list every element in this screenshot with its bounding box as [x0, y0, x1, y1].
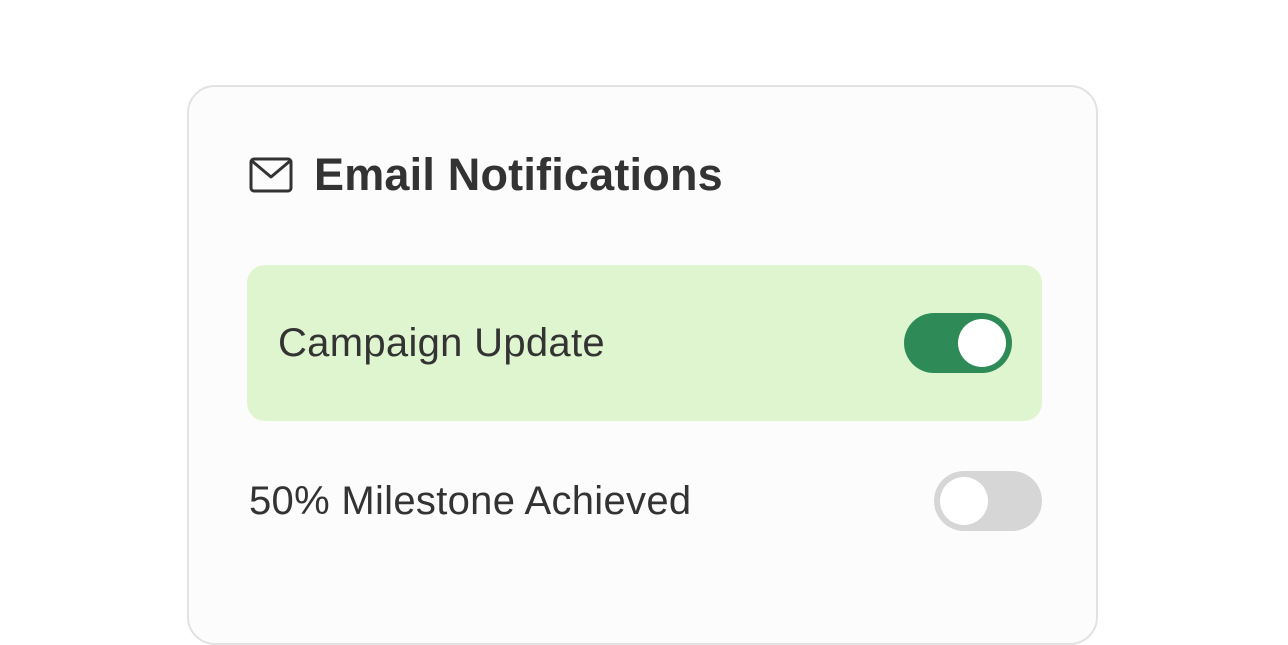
milestone-toggle[interactable] [934, 471, 1042, 531]
notification-row-milestone[interactable]: 50% Milestone Achieved [247, 465, 1042, 537]
toggle-knob [958, 319, 1006, 367]
campaign-update-toggle[interactable] [904, 313, 1012, 373]
mail-icon [249, 157, 293, 193]
notification-label: 50% Milestone Achieved [249, 478, 692, 523]
card-header: Email Notifications [249, 149, 723, 201]
notification-label: Campaign Update [278, 320, 605, 365]
email-notifications-card: Email Notifications Campaign Update 50% … [187, 85, 1098, 645]
toggle-knob [940, 477, 988, 525]
notification-row-campaign-update[interactable]: Campaign Update [247, 265, 1042, 421]
page-title: Email Notifications [314, 149, 723, 200]
